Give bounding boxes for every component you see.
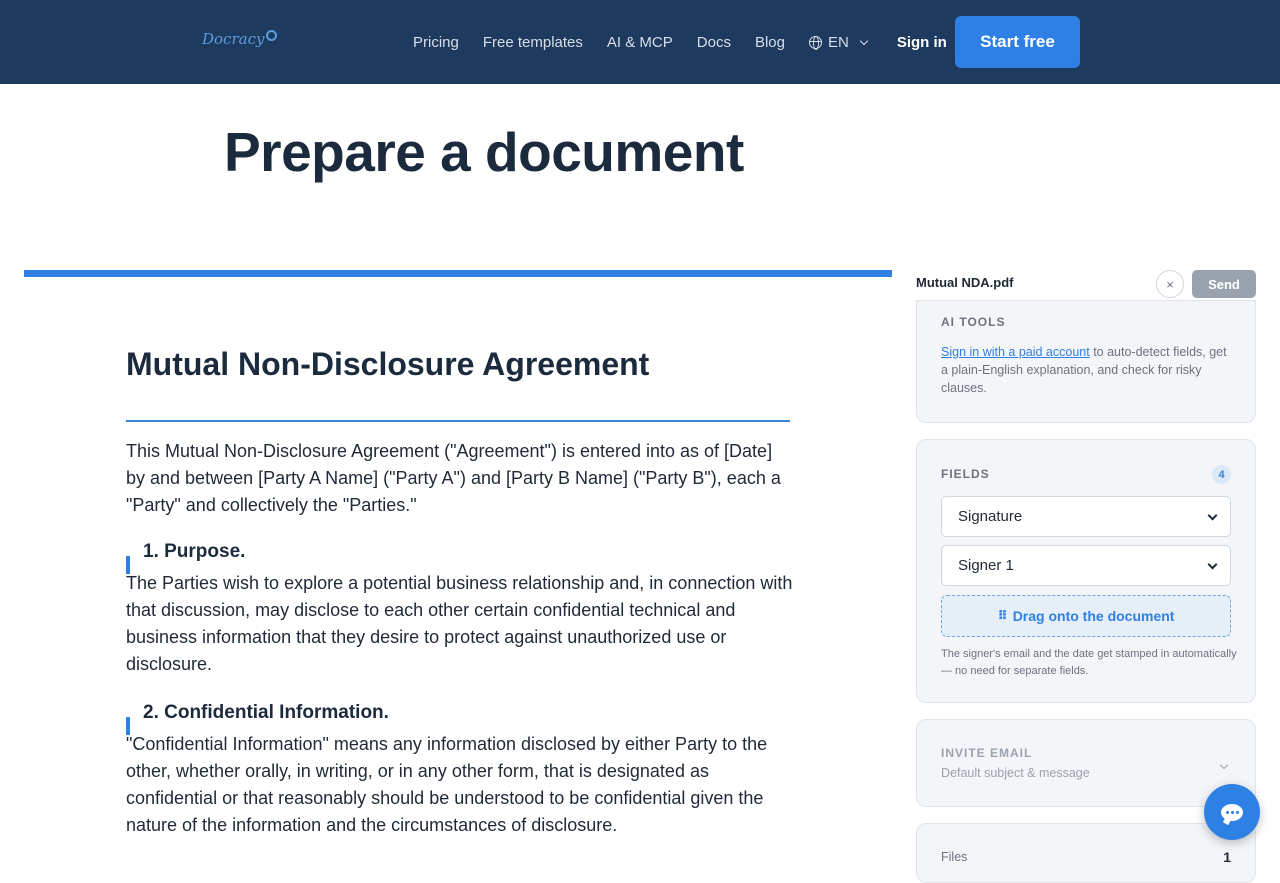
logo-mark-icon [266, 29, 278, 41]
close-icon: × [1166, 276, 1174, 292]
drag-field-handle[interactable]: ⠿ Drag onto the document [941, 595, 1231, 637]
invite-email-panel[interactable]: INVITE EMAIL Default subject & message [916, 719, 1256, 807]
page-title: Prepare a document [224, 121, 744, 183]
document-title: Mutual Non-Disclosure Agreement [126, 346, 650, 382]
logo-text: Docracy [202, 30, 265, 48]
document-title-divider [126, 420, 790, 422]
fields-label: FIELDS [941, 467, 990, 481]
section-body-confidential-information: "Confidential Information" means any inf… [126, 734, 768, 835]
section-body-purpose: The Parties wish to explore a potential … [126, 573, 793, 674]
nav-link-blog[interactable]: Blog [755, 34, 785, 51]
sign-in-link[interactable]: Sign in [897, 34, 947, 51]
globe-icon [808, 35, 822, 50]
files-count: 1 [1223, 849, 1231, 865]
language-selector[interactable]: EN [808, 33, 869, 51]
close-button[interactable]: × [1156, 270, 1184, 298]
section-heading-purpose: 1. Purpose. [126, 541, 245, 563]
invite-email-subtitle: Default subject & message [941, 766, 1090, 780]
section-heading-text: 1. Purpose. [143, 541, 246, 562]
fields-note: The signer's email and the date get stam… [941, 648, 1237, 677]
ai-tools-label: AI TOOLS [941, 315, 1006, 329]
section-heading-confidential-information: 2. Confidential Information. [126, 702, 389, 724]
start-free-button[interactable]: Start free [955, 16, 1080, 68]
field-type-value: Signature [958, 508, 1023, 525]
signer-select[interactable]: Signer 1 [941, 545, 1231, 586]
drag-handle-icon: ⠿ [997, 608, 1008, 623]
field-type-select[interactable]: Signature [941, 496, 1231, 537]
chevron-down-icon [859, 36, 869, 45]
chat-support-button[interactable] [1204, 784, 1260, 840]
signer-value: Signer 1 [958, 557, 1014, 574]
chat-bubble-icon [1221, 803, 1243, 821]
language-code: EN [827, 33, 849, 51]
files-panel[interactable]: Files 1 [916, 823, 1256, 883]
main-nav: Pricing Free templates AI & MCP Docs Blo… [413, 0, 969, 84]
brand-logo[interactable]: Docracy [202, 29, 278, 48]
document-top-accent-bar [24, 270, 892, 277]
document-intro-paragraph: This Mutual Non-Disclosure Agreement ("A… [126, 441, 781, 515]
fields-panel: FIELDS 4 Signature Signer 1 ⠿ Drag onto … [916, 439, 1256, 703]
chevron-down-icon[interactable] [1219, 760, 1229, 770]
nav-link-free-templates[interactable]: Free templates [483, 34, 583, 51]
chevron-down-icon [1207, 559, 1218, 570]
ai-tools-description: Sign in with a paid account to auto-dete… [941, 343, 1237, 397]
ai-tools-panel: AI TOOLS Sign in with a paid account to … [916, 300, 1256, 423]
nav-link-docs[interactable]: Docs [697, 34, 731, 51]
paid-account-signin-link[interactable]: Sign in with a paid account [941, 345, 1090, 359]
section-heading-text: 2. Confidential Information. [143, 702, 389, 723]
files-label: Files [941, 850, 968, 864]
nav-link-pricing[interactable]: Pricing [413, 34, 459, 51]
top-navigation-bar: Docracy Pricing Free templates AI & MCP … [0, 0, 1280, 84]
nav-link-ai-mcp[interactable]: AI & MCP [607, 34, 673, 51]
fields-count-badge: 4 [1212, 465, 1231, 484]
chevron-down-icon [1207, 510, 1218, 521]
send-button[interactable]: Send [1192, 270, 1256, 298]
invite-email-label: INVITE EMAIL [941, 746, 1033, 760]
document-filename: Mutual NDA.pdf [916, 275, 1014, 290]
drag-label: Drag onto the document [1012, 608, 1175, 624]
